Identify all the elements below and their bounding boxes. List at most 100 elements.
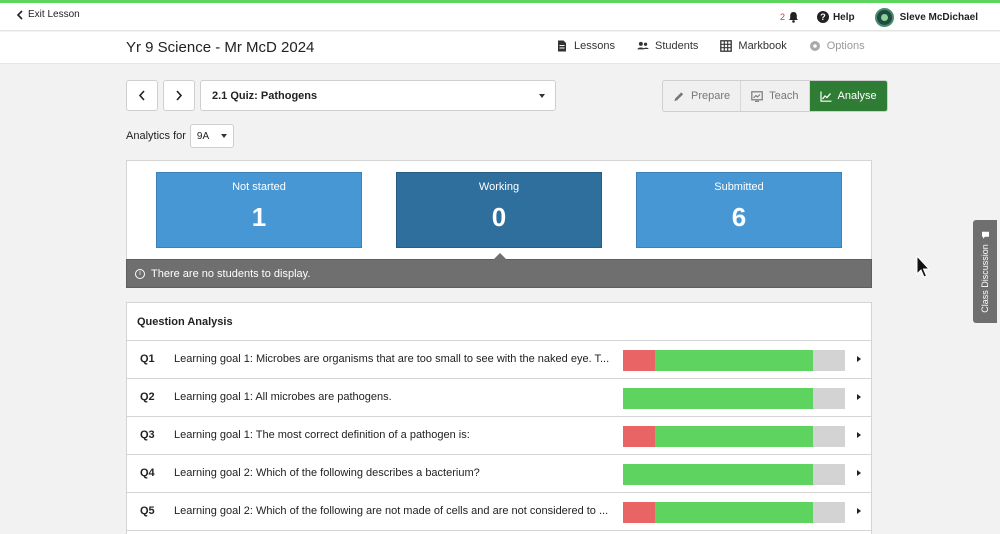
- caret-down-icon: [220, 134, 227, 138]
- group-select-value: 9A: [196, 131, 210, 142]
- question-text: Learning goal 2: Which of the following …: [174, 505, 609, 517]
- status-card-working[interactable]: Working 0: [396, 172, 602, 248]
- question-row[interactable]: Q4 Learning goal 2: Which of the followin…: [127, 455, 871, 493]
- main-content: 2.1 Quiz: Pathogens Prepare Teach Analys…: [0, 65, 1000, 534]
- question-number: Q4: [140, 467, 155, 479]
- chat-bubble-icon: [981, 231, 989, 239]
- mode-teach-button[interactable]: Teach: [741, 81, 810, 111]
- people-icon: [637, 41, 649, 50]
- analytics-filter: Analytics for 9A: [126, 124, 234, 148]
- status-card-count: 1: [251, 202, 267, 232]
- top-bar: Exit Lesson 2 ? Help Sleve McDichael: [0, 3, 1000, 31]
- user-menu[interactable]: Sleve McDichael: [874, 7, 978, 27]
- next-lesson-button[interactable]: [163, 80, 195, 111]
- question-result-bar: [623, 350, 846, 371]
- grid-icon: [720, 40, 733, 52]
- status-card-submitted[interactable]: Submitted 6: [636, 172, 842, 248]
- question-number: Q5: [140, 505, 155, 517]
- exit-lesson-link[interactable]: Exit Lesson: [16, 9, 80, 20]
- lesson-select-value: 2.1 Quiz: Pathogens: [212, 90, 318, 102]
- bar-segment-correct: [654, 502, 814, 523]
- question-result-bar: [623, 464, 845, 485]
- help-label: Help: [832, 11, 855, 23]
- question-result-bar: [623, 502, 846, 523]
- bar-segment-not-answered: [813, 350, 846, 371]
- class-bar: Yr 9 Science - Mr McD 2024 Lessons Stude…: [0, 32, 1000, 64]
- pencil-icon: [674, 91, 684, 101]
- mode-prepare-label: Prepare: [691, 90, 731, 102]
- info-icon: i: [135, 268, 145, 279]
- document-icon: [558, 40, 566, 52]
- question-row[interactable]: Q3 Learning goal 1: The most correct defi…: [127, 417, 871, 455]
- chevron-right-icon[interactable]: [857, 508, 861, 514]
- question-result-bar: [623, 426, 846, 447]
- bar-segment-not-answered: [813, 464, 845, 485]
- bar-segment-correct: [623, 388, 814, 409]
- nav-markbook[interactable]: Markbook: [720, 40, 787, 52]
- question-text: Learning goal 1: Microbes are organisms …: [174, 353, 610, 365]
- notifications-button[interactable]: 2: [780, 11, 799, 23]
- chevron-right-icon[interactable]: [857, 356, 861, 362]
- mode-teach-label: Teach: [769, 90, 799, 102]
- page-title: Yr 9 Science - Mr McD 2024: [126, 39, 315, 56]
- submission-status-panel: Not started 1 Working 0 Submitted 6 i Th…: [126, 160, 872, 288]
- chevron-right-icon[interactable]: [857, 394, 861, 400]
- question-row[interactable]: Q1 Learning goal 1: Microbes are organism…: [127, 341, 871, 379]
- nav-students[interactable]: Students: [637, 40, 698, 52]
- chevron-right-icon[interactable]: [857, 432, 861, 438]
- notification-count: 2: [779, 12, 785, 22]
- lesson-select[interactable]: 2.1 Quiz: Pathogens: [200, 80, 556, 111]
- bell-icon: [788, 12, 798, 23]
- nav-options[interactable]: Options: [809, 40, 865, 52]
- empty-students-message: i There are no students to display.: [126, 253, 872, 288]
- previous-lesson-button[interactable]: [126, 80, 158, 111]
- avatar: [874, 7, 894, 27]
- chart-icon: [819, 91, 831, 102]
- question-row[interactable]: Q2 Learning goal 1: All microbes are path…: [127, 379, 871, 417]
- help-icon: ?: [816, 11, 829, 23]
- question-number: Q2: [140, 391, 155, 403]
- status-card-label: Submitted: [714, 181, 764, 193]
- pointer-arrow: [493, 253, 507, 260]
- chevron-left-icon: [138, 90, 145, 101]
- class-discussion-tab[interactable]: Class Discussion: [973, 220, 997, 323]
- bar-segment-incorrect: [623, 350, 655, 371]
- empty-message-text: There are no students to display.: [151, 267, 311, 280]
- chevron-right-icon: [176, 90, 183, 101]
- question-text: Learning goal 1: All microbes are pathog…: [174, 391, 392, 403]
- mode-analyse-button[interactable]: Analyse: [809, 81, 887, 111]
- question-row[interactable]: Q5 Learning goal 2: Which of the followin…: [127, 493, 871, 531]
- status-card-label: Not started: [232, 181, 286, 193]
- bar-segment-incorrect: [623, 426, 655, 447]
- status-card-label: Working: [478, 181, 520, 193]
- mouse-cursor-icon: [916, 255, 930, 278]
- mode-analyse-label: Analyse: [837, 90, 877, 102]
- exit-lesson-label: Exit Lesson: [28, 9, 80, 20]
- bar-segment-correct: [654, 426, 814, 447]
- question-number: Q3: [140, 429, 155, 441]
- user-name: Sleve McDichael: [899, 11, 978, 23]
- bar-segment-correct: [654, 350, 814, 371]
- bar-segment-incorrect: [623, 502, 655, 523]
- help-button[interactable]: ? Help: [816, 11, 855, 23]
- bar-segment-not-answered: [813, 388, 845, 409]
- question-result-bar: [623, 388, 845, 409]
- nav-options-label: Options: [826, 40, 865, 52]
- chevron-right-icon[interactable]: [857, 470, 861, 476]
- discussion-label: Class Discussion: [980, 243, 990, 313]
- nav-lessons[interactable]: Lessons: [556, 40, 615, 52]
- question-number: Q1: [140, 353, 155, 365]
- analytics-for-label: Analytics for: [126, 130, 186, 142]
- mode-prepare-button[interactable]: Prepare: [663, 81, 742, 111]
- status-card-not-started[interactable]: Not started 1: [156, 172, 362, 248]
- question-text: Learning goal 2: Which of the following …: [174, 467, 480, 479]
- status-card-count: 6: [731, 202, 747, 232]
- bar-segment-not-answered: [813, 502, 846, 523]
- class-nav: Lessons Students Markbook Options: [556, 40, 865, 52]
- group-select[interactable]: 9A: [189, 124, 234, 148]
- status-card-count: 0: [491, 202, 507, 232]
- caret-down-icon: [539, 94, 545, 98]
- gear-icon: [809, 41, 820, 51]
- question-analysis-panel: Question Analysis Q1 Learning goal 1: Mic…: [126, 302, 872, 534]
- nav-markbook-label: Markbook: [738, 40, 787, 52]
